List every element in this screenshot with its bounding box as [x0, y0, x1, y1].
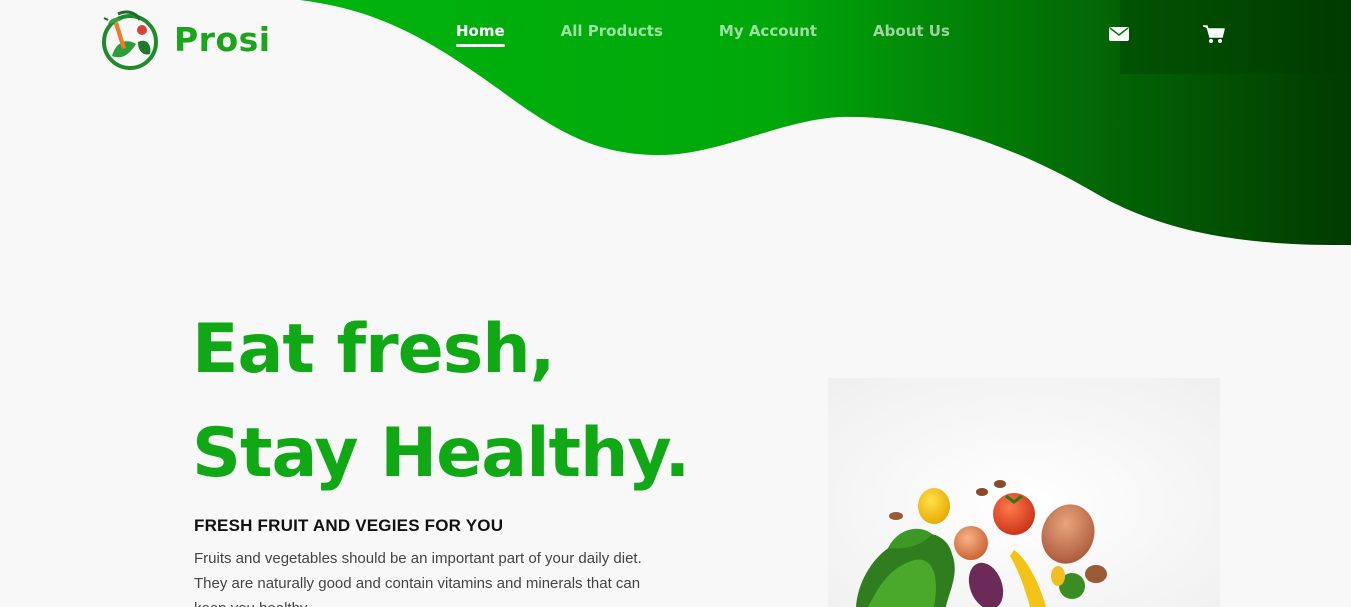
page: Prosi Home All Products My Account About… — [0, 0, 1351, 607]
nav-item-about-us[interactable]: About Us — [873, 22, 950, 47]
nav-item-home[interactable]: Home — [456, 22, 505, 47]
nav-item-all-products[interactable]: All Products — [561, 22, 663, 47]
hero-description: Fruits and vegetables should be an impor… — [194, 550, 642, 607]
envelope-icon[interactable] — [1107, 23, 1131, 45]
logo-mark-icon — [102, 10, 158, 70]
hero-headline-line1: Eat fresh, — [192, 310, 555, 389]
hero-section: Eat fresh, Stay Healthy. FRESH FRUIT AND… — [192, 298, 690, 607]
main-nav: Home All Products My Account About Us — [456, 22, 1006, 47]
hero-headline-line2: Stay Healthy. — [192, 414, 690, 493]
brand-name: Prosi — [174, 19, 271, 59]
nav-item-my-account[interactable]: My Account — [719, 22, 817, 47]
vegetables-photo — [828, 378, 1220, 607]
brand-logo[interactable]: Prosi — [96, 8, 271, 70]
cart-icon[interactable] — [1202, 23, 1226, 45]
hero-subheading: FRESH FRUIT AND VEGIES FOR YOU — [194, 516, 504, 535]
